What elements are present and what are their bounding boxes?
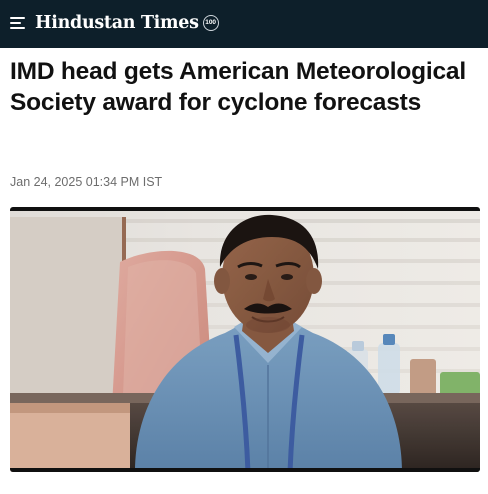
photo-bottom-edge	[10, 468, 480, 472]
article-page: Hindustan Times 100 IMD head gets Americ…	[0, 0, 488, 494]
centenary-badge-icon: 100	[202, 15, 219, 31]
article-timestamp: Jan 24, 2025 01:34 PM IST	[10, 175, 163, 189]
site-logo[interactable]: Hindustan Times 100	[35, 11, 219, 35]
brand-name: Hindustan Times	[35, 13, 199, 33]
article-hero-image[interactable]	[10, 207, 480, 472]
top-navigation-bar: Hindustan Times 100	[0, 0, 488, 48]
centenary-badge-text: 100	[205, 18, 217, 26]
photo-top-edge	[10, 207, 480, 211]
hamburger-menu-icon[interactable]	[10, 17, 25, 30]
portrait-photo	[10, 207, 480, 472]
article-headline: IMD head gets American Meteorological So…	[10, 58, 466, 116]
